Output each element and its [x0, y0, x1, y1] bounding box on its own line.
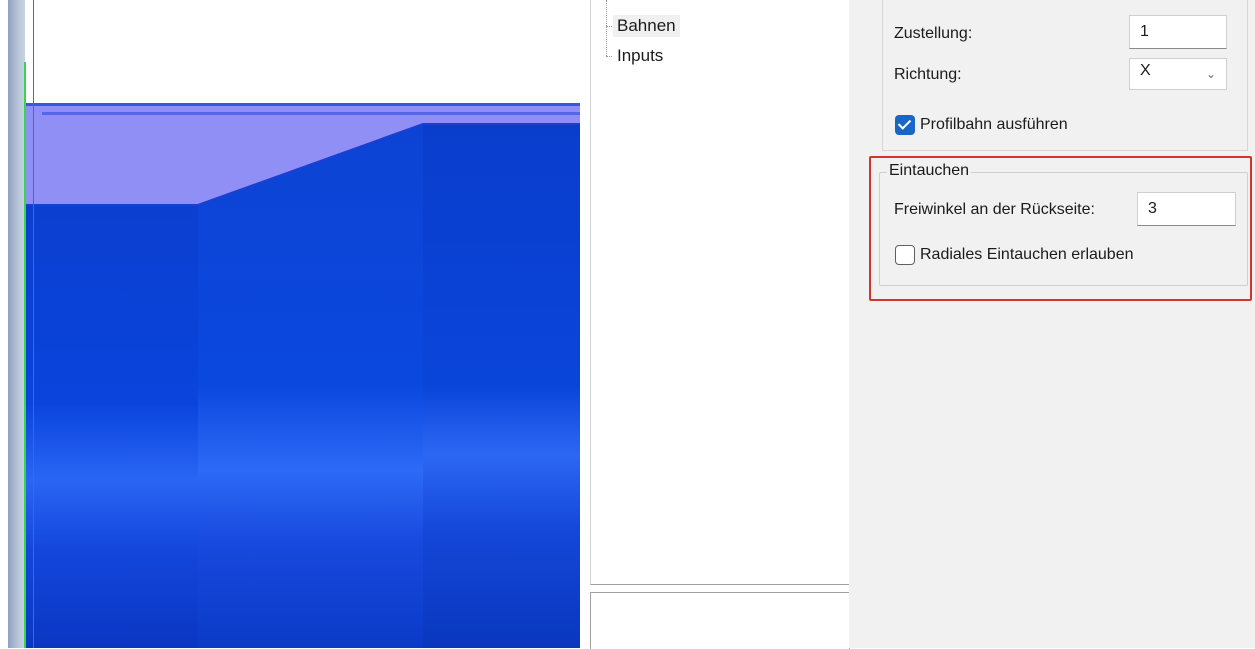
- chevron-down-icon: ⌄: [1205, 67, 1216, 81]
- workpiece-model: [26, 103, 580, 648]
- description-box: [590, 592, 850, 649]
- zustellung-label: Zustellung:: [894, 25, 973, 42]
- properties-panel: Zustellung: Richtung: X ⌄ Profilbahn aus…: [849, 0, 1255, 648]
- richtung-value: X: [1140, 62, 1151, 79]
- zustellung-input[interactable]: [1129, 15, 1227, 49]
- operation-tree: Bahnen Inputs: [590, 0, 851, 585]
- highlight-frame: [869, 156, 1252, 301]
- 3d-viewport[interactable]: [0, 0, 580, 648]
- axis-line-red: [33, 0, 34, 648]
- richtung-label: Richtung:: [894, 66, 962, 83]
- tree-item-label: Inputs: [617, 46, 664, 65]
- richtung-select[interactable]: X ⌄: [1129, 58, 1227, 90]
- tree-item-inputs[interactable]: Inputs: [601, 44, 667, 68]
- profilbahn-checkbox[interactable]: [895, 115, 915, 135]
- tree-item-bahnen[interactable]: Bahnen: [601, 14, 680, 38]
- profilbahn-label: Profilbahn ausführen: [920, 116, 1068, 133]
- tree-item-label: Bahnen: [613, 15, 680, 37]
- axis-line-green: [24, 62, 26, 648]
